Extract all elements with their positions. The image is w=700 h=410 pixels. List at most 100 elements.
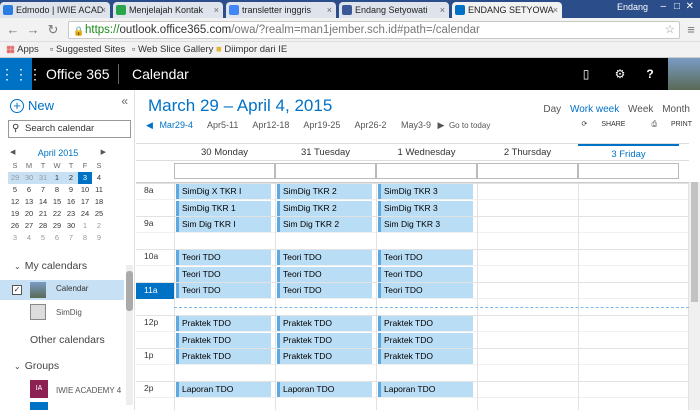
close-window-icon[interactable]: ✕ bbox=[686, 1, 694, 12]
mini-cal-day[interactable]: 1 bbox=[50, 172, 64, 184]
app-launcher-icon[interactable]: ⋮⋮⋮ bbox=[0, 58, 42, 90]
notifications-icon[interactable]: ▯ bbox=[572, 58, 600, 90]
mini-cal-day[interactable]: 17 bbox=[78, 196, 92, 208]
calendar-event[interactable]: SimDig X TKR I bbox=[176, 184, 271, 199]
maximize-icon[interactable]: □ bbox=[674, 1, 680, 12]
calendar-event[interactable]: Sim Dig TKR 3 bbox=[378, 217, 473, 232]
search-calendar-input[interactable]: ⚲ Search calendar bbox=[8, 120, 131, 138]
mini-cal-day[interactable]: 4 bbox=[22, 232, 36, 244]
mini-cal-month[interactable]: April 2015 bbox=[38, 148, 79, 158]
mini-cal-day[interactable]: 14 bbox=[36, 196, 50, 208]
simdig-calendar-label[interactable]: SimDig bbox=[56, 308, 82, 317]
mini-cal-day[interactable]: 16 bbox=[64, 196, 78, 208]
reload-icon[interactable]: ↻ bbox=[46, 22, 60, 38]
calendar-event[interactable]: SimDig TKR 2 bbox=[277, 201, 372, 216]
mini-cal-day[interactable]: 7 bbox=[36, 184, 50, 196]
close-tab-icon[interactable]: × bbox=[101, 2, 106, 18]
calendar-event[interactable]: Praktek TDO bbox=[176, 333, 271, 348]
mini-cal-day[interactable]: 30 bbox=[22, 172, 36, 184]
close-tab-icon[interactable]: × bbox=[214, 2, 219, 18]
all-day-cell[interactable] bbox=[477, 163, 578, 179]
groups-header[interactable]: ⌄ Groups bbox=[14, 360, 59, 372]
view-month[interactable]: Month bbox=[662, 104, 690, 115]
mini-cal-day[interactable]: 12 bbox=[8, 196, 22, 208]
scrollbar-thumb[interactable] bbox=[691, 182, 698, 302]
calendar-event[interactable]: Teori TDO bbox=[378, 283, 473, 298]
left-pane-scrollbar[interactable] bbox=[126, 265, 133, 405]
mini-cal-day[interactable]: 9 bbox=[64, 184, 78, 196]
all-day-cell[interactable] bbox=[275, 163, 376, 179]
mini-cal-day[interactable]: 22 bbox=[50, 208, 64, 220]
other-calendars-header[interactable]: Other calendars bbox=[30, 334, 105, 346]
bookmark-imported-folder[interactable]: ■ Diimpor dari IE bbox=[216, 42, 287, 57]
grid-scrollbar[interactable] bbox=[689, 182, 700, 410]
mini-cal-day[interactable]: 5 bbox=[8, 184, 22, 196]
my-calendars-header[interactable]: ⌄ My calendars bbox=[14, 260, 87, 272]
mini-cal-day[interactable]: 5 bbox=[36, 232, 50, 244]
office365-brand[interactable]: Office 365 bbox=[46, 66, 110, 82]
print-button[interactable]: ⎙ PRINT bbox=[639, 121, 692, 128]
mini-cal-day[interactable]: 3 bbox=[78, 172, 92, 184]
mini-cal-day[interactable]: 23 bbox=[64, 208, 78, 220]
calendar-event[interactable]: Sim Dig TKR 2 bbox=[277, 217, 372, 232]
calendar-event[interactable]: SimDig TKR 1 bbox=[176, 201, 271, 216]
time-grid[interactable]: 8a 9a 10a 11a 12p 1p 2p SimDig X TKR I Si… bbox=[136, 182, 689, 410]
calendar-event[interactable]: Praktek TDO bbox=[378, 349, 473, 364]
mini-cal-day[interactable]: 29 bbox=[50, 220, 64, 232]
group-label[interactable]: IWIE ACADEMY 4 bbox=[56, 386, 121, 395]
calendar-event[interactable]: Praktek TDO bbox=[277, 316, 372, 331]
menu-icon[interactable]: ≡ bbox=[684, 22, 698, 38]
all-day-cell[interactable] bbox=[376, 163, 477, 179]
calendar-event[interactable]: SimDig TKR 3 bbox=[378, 201, 473, 216]
week-link[interactable]: Apr12-18 bbox=[252, 120, 289, 130]
close-tab-icon[interactable]: × bbox=[327, 2, 332, 18]
mini-cal-day[interactable]: 13 bbox=[22, 196, 36, 208]
browser-tab[interactable]: transletter inggris × bbox=[226, 2, 336, 18]
calendar-event[interactable]: Praktek TDO bbox=[378, 333, 473, 348]
back-icon[interactable]: ← bbox=[6, 22, 20, 38]
mini-cal-day[interactable]: 25 bbox=[92, 208, 106, 220]
calendar-event[interactable]: Praktek TDO bbox=[378, 316, 473, 331]
next-week-icon[interactable]: ▶ bbox=[438, 120, 445, 130]
calendar-event[interactable]: Teori TDO bbox=[176, 250, 271, 265]
share-button[interactable]: ⟳ SHARE bbox=[570, 121, 626, 128]
collapse-pane-icon[interactable]: « bbox=[121, 94, 128, 108]
calendar-event[interactable]: Laporan TDO bbox=[176, 382, 271, 397]
bookmark-suggested-sites[interactable]: ▫ Suggested Sites bbox=[50, 42, 125, 57]
browser-tab[interactable]: Endang Setyowati × bbox=[339, 2, 449, 18]
calendar-event[interactable]: Laporan TDO bbox=[378, 382, 473, 397]
mini-cal-day[interactable]: 26 bbox=[8, 220, 22, 232]
mini-cal-day[interactable]: 18 bbox=[92, 196, 106, 208]
prev-week-icon[interactable]: ◀ bbox=[146, 120, 153, 130]
week-link[interactable]: Mar29-4 bbox=[159, 120, 193, 130]
group-avatar[interactable] bbox=[30, 402, 48, 410]
minimize-icon[interactable]: – bbox=[660, 1, 666, 12]
browser-tab[interactable]: Menjelajah Kontak × bbox=[113, 2, 223, 18]
mini-cal-day[interactable]: 29 bbox=[8, 172, 22, 184]
gear-icon[interactable]: ⚙ bbox=[606, 58, 634, 90]
browser-tab-active[interactable]: ENDANG SETYOWA × bbox=[452, 2, 562, 18]
week-link[interactable]: May3-9 bbox=[401, 120, 431, 130]
mini-cal-day[interactable]: 1 bbox=[78, 220, 92, 232]
calendar-item[interactable]: ✓ Calendar bbox=[0, 280, 124, 300]
go-to-today-link[interactable]: Go to today bbox=[449, 121, 490, 130]
day-header[interactable]: 31 Tuesday bbox=[275, 144, 376, 161]
mini-cal-day[interactable]: 6 bbox=[22, 184, 36, 196]
close-tab-icon[interactable]: × bbox=[553, 2, 558, 18]
scrollbar-thumb[interactable] bbox=[126, 271, 133, 311]
calendar-event[interactable]: Praktek TDO bbox=[277, 333, 372, 348]
mini-cal-day[interactable]: 11 bbox=[92, 184, 106, 196]
week-link[interactable]: Apr19-25 bbox=[303, 120, 340, 130]
new-event-button[interactable]: + New bbox=[10, 98, 54, 113]
mini-cal-day[interactable]: 6 bbox=[50, 232, 64, 244]
mini-cal-day[interactable]: 19 bbox=[8, 208, 22, 220]
mini-cal-day[interactable]: 21 bbox=[36, 208, 50, 220]
mini-cal-day[interactable]: 28 bbox=[36, 220, 50, 232]
user-avatar[interactable] bbox=[668, 58, 700, 90]
calendar-event[interactable]: Teori TDO bbox=[378, 250, 473, 265]
mini-cal-day[interactable]: 4 bbox=[92, 172, 106, 184]
calendar-event[interactable]: Sim Dig TKR I bbox=[176, 217, 271, 232]
help-icon[interactable]: ? bbox=[636, 58, 664, 90]
mini-cal-day[interactable]: 7 bbox=[64, 232, 78, 244]
calendar-event[interactable]: SimDig TKR 2 bbox=[277, 184, 372, 199]
